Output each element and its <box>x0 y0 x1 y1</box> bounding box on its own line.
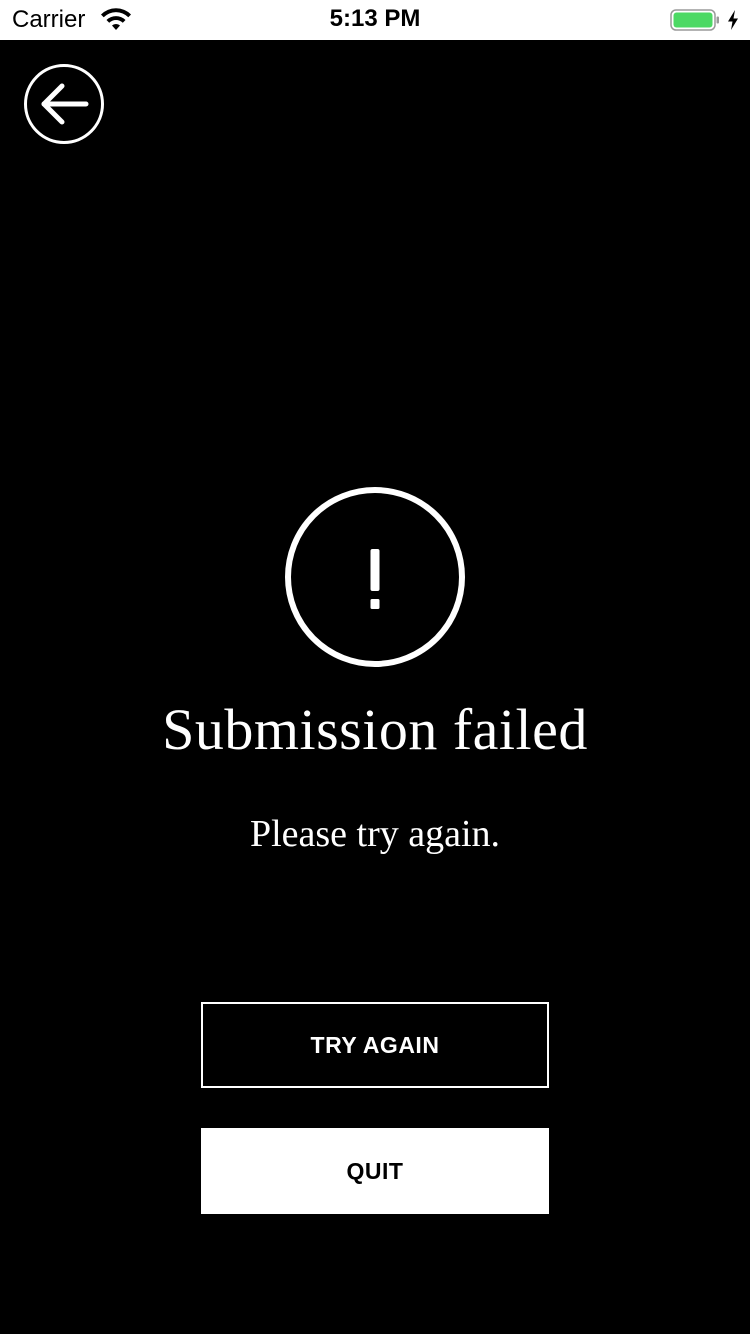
status-bar: Carrier 5:13 PM <box>0 0 750 40</box>
error-screen: Submission failed Please try again. TRY … <box>0 40 750 1334</box>
arrow-left-icon <box>41 83 89 125</box>
error-title: Submission failed <box>162 697 588 762</box>
clock: 5:13 PM <box>329 5 421 32</box>
quit-button[interactable]: QUIT <box>201 1128 549 1214</box>
bolt-icon <box>728 10 738 30</box>
alert-badge <box>285 487 465 667</box>
battery-icon <box>670 9 719 31</box>
back-button[interactable] <box>24 64 104 144</box>
exclamation-icon <box>370 549 380 609</box>
try-again-button[interactable]: TRY AGAIN <box>201 1002 549 1088</box>
error-message: Please try again. <box>249 813 501 855</box>
